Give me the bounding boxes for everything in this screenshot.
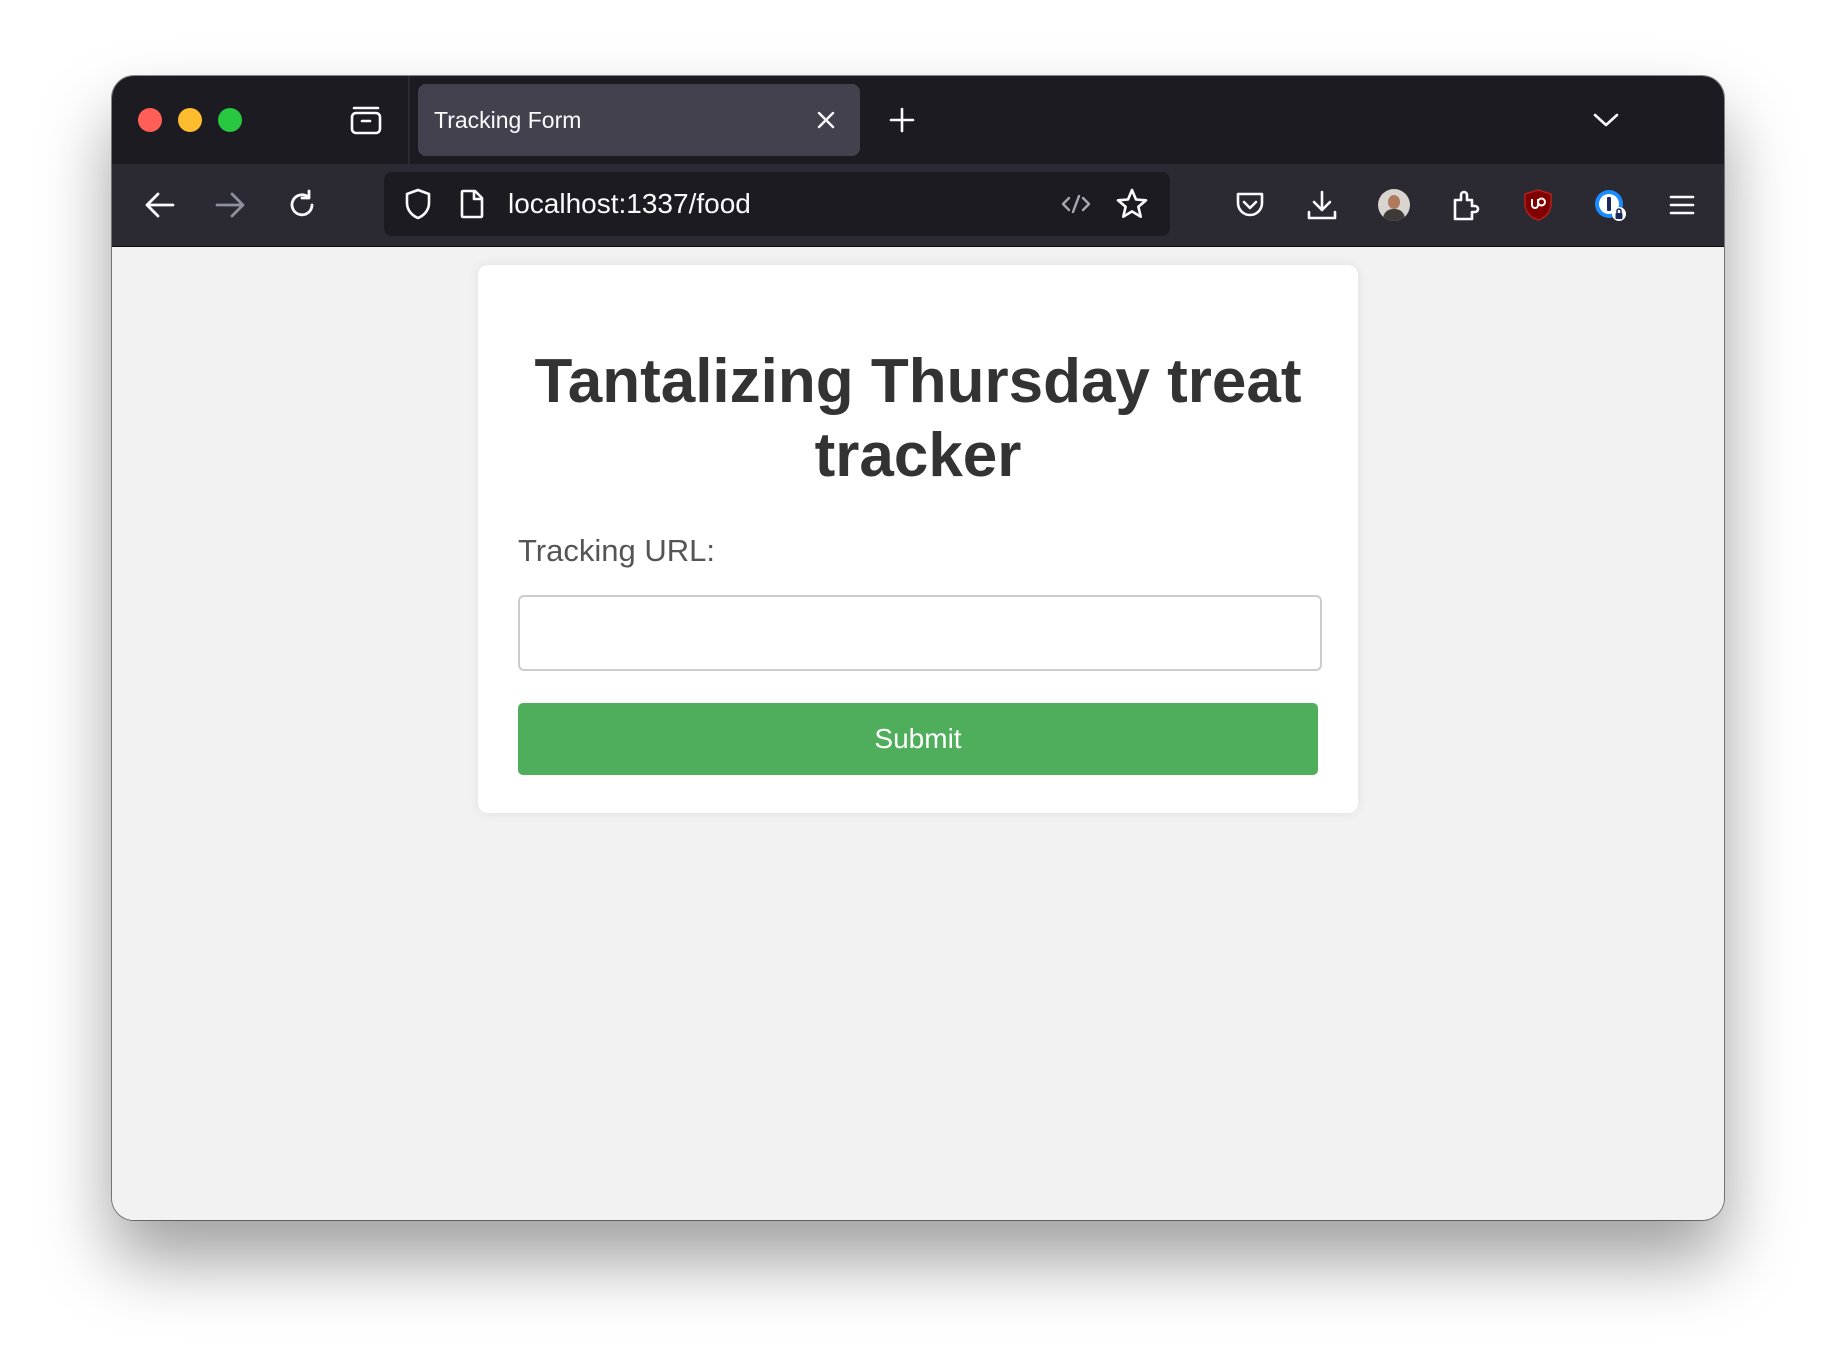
tracking-url-input[interactable] <box>518 595 1322 671</box>
arrow-left-icon[interactable] <box>138 183 182 227</box>
tab-overview-icon[interactable] <box>344 100 388 140</box>
plus-icon[interactable] <box>882 100 922 140</box>
avatar[interactable] <box>1372 183 1416 227</box>
document-icon[interactable] <box>452 184 492 224</box>
window-minimize-button[interactable] <box>178 108 202 132</box>
star-icon[interactable] <box>1112 184 1152 224</box>
tab-bar: Tracking Form <box>112 76 1724 164</box>
arrow-right-icon[interactable] <box>208 183 252 227</box>
account-avatar-image <box>1378 189 1410 221</box>
tab-tracking-form[interactable]: Tracking Form <box>418 84 860 156</box>
tab-title: Tracking Form <box>434 107 582 133</box>
tab-separator <box>408 76 410 164</box>
navigation-toolbar: localhost:1337/food <box>112 164 1724 247</box>
tracking-url-label: Tracking URL: <box>518 533 715 568</box>
window-maximize-button[interactable] <box>218 108 242 132</box>
form-card: Tantalizing Thursday treat tracker Track… <box>478 265 1358 813</box>
1password-icon[interactable] <box>1588 183 1632 227</box>
address-bar[interactable]: localhost:1337/food <box>384 172 1170 236</box>
page-content: Tantalizing Thursday treat tracker Track… <box>112 247 1724 1220</box>
window-close-button[interactable] <box>138 108 162 132</box>
reload-icon[interactable] <box>280 183 324 227</box>
page-title: Tantalizing Thursday treat tracker <box>534 347 1302 490</box>
shield-icon[interactable] <box>398 184 438 224</box>
puzzle-icon[interactable] <box>1444 183 1488 227</box>
browser-window: Tracking Form localhost:1337/food Tantal… <box>112 76 1724 1220</box>
submit-button[interactable]: Submit <box>518 703 1318 775</box>
url-text[interactable]: localhost:1337/food <box>508 172 751 236</box>
hamburger-menu-icon[interactable] <box>1660 183 1704 227</box>
download-icon[interactable] <box>1300 183 1344 227</box>
code-icon[interactable] <box>1056 184 1096 224</box>
close-icon[interactable] <box>808 102 844 138</box>
pocket-icon[interactable] <box>1228 183 1272 227</box>
chevron-down-icon[interactable] <box>1586 100 1626 140</box>
ublock-origin-icon[interactable] <box>1516 183 1560 227</box>
